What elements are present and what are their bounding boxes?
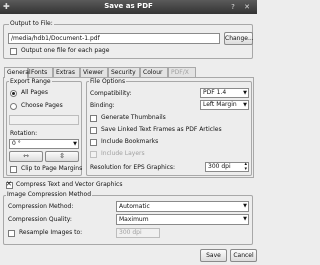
spin-arrows-icon: ▴ ▾ [244, 161, 247, 172]
title-bar: ✚ Save as PDF ? ✕ [0, 0, 257, 14]
include-bookmarks-label: Include Bookmarks [101, 138, 159, 145]
rotation-label: Rotation: [10, 130, 38, 137]
resample-checkbox[interactable] [8, 230, 15, 237]
chevron-down-icon: ▼ [243, 102, 247, 108]
chevron-down-icon: ▼ [243, 203, 247, 209]
generate-thumbnails-checkbox[interactable] [90, 115, 97, 122]
output-path-input[interactable]: /media/hdb1/Document-1.pdf [8, 33, 220, 44]
checkmark-icon: ✕ [6, 180, 12, 188]
tab-extras[interactable]: Extras [53, 67, 80, 77]
clip-margins-checkbox[interactable] [10, 166, 17, 173]
compression-quality-label: Compression Quality: [8, 216, 72, 223]
resample-label: Resample Images to: [19, 229, 83, 236]
tab-viewer[interactable]: Viewer [80, 67, 108, 77]
save-linked-frames-label: Save Linked Text Frames as PDF Articles [101, 126, 222, 133]
chevron-down-icon: ▼ [243, 216, 247, 222]
include-bookmarks-checkbox[interactable] [90, 139, 97, 146]
image-compression-label: Image Compression Method [6, 191, 93, 198]
flip-horizontal-icon: ⇿ [23, 152, 29, 160]
save-button[interactable]: Save [200, 249, 227, 262]
resample-spinbox[interactable]: 300 dpi [116, 228, 160, 238]
chevron-down-icon: ▼ [243, 90, 247, 96]
output-group-label: Output to File: [9, 20, 54, 27]
one-file-per-page-checkbox[interactable] [10, 48, 17, 55]
compatibility-label: Compatibility: [90, 90, 132, 97]
clip-margins-label: Clip to Page Margins [21, 165, 83, 172]
window-title: Save as PDF [104, 2, 153, 10]
compatibility-select[interactable]: PDF 1.4 ▼ [200, 88, 249, 98]
choose-pages-input[interactable] [9, 115, 79, 125]
one-file-per-page-label: Output one file for each page [21, 47, 110, 54]
export-range-label: Export Range [9, 78, 52, 85]
choose-pages-radio[interactable] [10, 103, 17, 110]
save-linked-frames-checkbox[interactable] [90, 127, 97, 134]
generate-thumbnails-label: Generate Thumbnails [101, 114, 166, 121]
tab-fonts[interactable]: Fonts [28, 67, 53, 77]
cancel-button[interactable]: Cancel [230, 249, 257, 262]
help-icon[interactable]: ? [228, 2, 238, 12]
change-button[interactable]: Change... [224, 32, 254, 45]
include-layers-checkbox[interactable] [90, 151, 97, 158]
file-options-label: File Options [89, 78, 127, 85]
binding-label: Binding: [90, 102, 115, 109]
rotation-select[interactable]: 0 ° ▼ [9, 139, 79, 149]
tab-pdfx[interactable]: PDF/X [168, 67, 196, 77]
tab-general[interactable]: General [4, 67, 31, 78]
all-pages-label: All Pages [21, 89, 48, 96]
compress-text-label: Compress Text and Vector Graphics [16, 181, 123, 188]
eps-resolution-label: Resolution for EPS Graphics: [90, 164, 176, 171]
chevron-down-icon: ▼ [73, 141, 77, 147]
compression-method-label: Compression Method: [8, 203, 74, 210]
compression-method-select[interactable]: Automatic ▼ [116, 201, 249, 212]
compress-text-checkbox[interactable]: ✕ [6, 180, 13, 189]
flip-vertical-icon: ⇳ [59, 152, 65, 160]
tab-colour[interactable]: Colour [140, 67, 168, 77]
close-icon[interactable]: ✕ [242, 2, 252, 12]
tab-security[interactable]: Security [108, 67, 140, 77]
eps-resolution-spinbox[interactable]: 300 dpi ▴ ▾ [205, 162, 249, 172]
vertical-flip-button[interactable]: ⇳ [45, 151, 79, 162]
horizontal-flip-button[interactable]: ⇿ [9, 151, 43, 162]
choose-pages-label: Choose Pages [21, 102, 63, 109]
include-layers-label: Include Layers [101, 150, 145, 157]
binding-select[interactable]: Left Margin ▼ [200, 100, 249, 110]
all-pages-radio[interactable] [10, 90, 17, 97]
compression-quality-select[interactable]: Maximum ▼ [116, 214, 249, 225]
